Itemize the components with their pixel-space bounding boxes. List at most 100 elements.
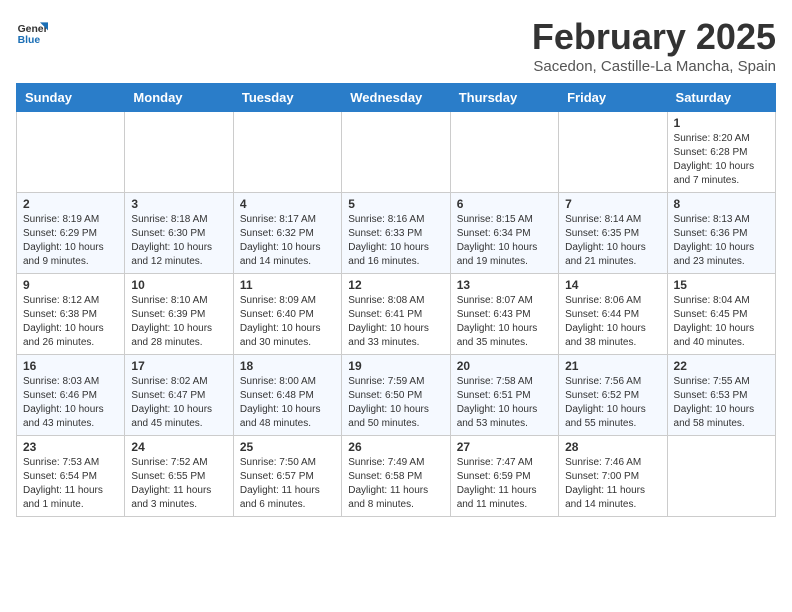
day-info: Sunrise: 8:14 AM Sunset: 6:35 PM Dayligh…: [565, 213, 660, 269]
calendar-cell: 25 Sunrise: 7:50 AM Sunset: 6:57 PM Dayli…: [233, 436, 341, 517]
calendar-cell: 6 Sunrise: 8:15 AM Sunset: 6:34 PM Daylig…: [450, 193, 558, 274]
title-block: February 2025 Sacedon, Castille-La Manch…: [532, 16, 776, 75]
day-number: 6: [457, 197, 552, 211]
day-info: Sunrise: 8:10 AM Sunset: 6:39 PM Dayligh…: [131, 294, 226, 350]
calendar-cell: 19 Sunrise: 7:59 AM Sunset: 6:50 PM Dayli…: [342, 355, 450, 436]
day-number: 19: [348, 359, 443, 373]
svg-text:Blue: Blue: [18, 35, 41, 46]
day-number: 9: [23, 278, 118, 292]
calendar-week-row: 16Sunrise: 8:03 AM Sunset: 6:46 PM Dayli…: [17, 355, 776, 436]
calendar-cell: 8 Sunrise: 8:13 AM Sunset: 6:36 PM Daylig…: [667, 193, 775, 274]
day-info: Sunrise: 7:56 AM Sunset: 6:52 PM Dayligh…: [565, 375, 660, 431]
calendar-cell: 1 Sunrise: 8:20 AM Sunset: 6:28 PM Daylig…: [667, 112, 775, 193]
day-number: 1: [674, 116, 769, 130]
day-number: 25: [240, 440, 335, 454]
calendar-week-row: 23 Sunrise: 7:53 AM Sunset: 6:54 PM Dayli…: [17, 436, 776, 517]
calendar-cell: 27Sunrise: 7:47 AM Sunset: 6:59 PM Dayli…: [450, 436, 558, 517]
calendar-week-row: 1 Sunrise: 8:20 AM Sunset: 6:28 PM Daylig…: [17, 112, 776, 193]
day-info: Sunrise: 7:53 AM Sunset: 6:54 PM Dayligh…: [23, 456, 118, 512]
day-info: Sunrise: 8:17 AM Sunset: 6:32 PM Dayligh…: [240, 213, 335, 269]
day-number: 26: [348, 440, 443, 454]
location: Sacedon, Castille-La Mancha, Spain: [532, 58, 776, 75]
calendar-header-row: SundayMondayTuesdayWednesdayThursdayFrid…: [17, 84, 776, 112]
calendar-cell: 20 Sunrise: 7:58 AM Sunset: 6:51 PM Dayli…: [450, 355, 558, 436]
calendar-cell: [450, 112, 558, 193]
day-number: 27: [457, 440, 552, 454]
calendar-cell: 17 Sunrise: 8:02 AM Sunset: 6:47 PM Dayli…: [125, 355, 233, 436]
logo: General Blue: [16, 16, 48, 48]
calendar-cell: 24 Sunrise: 7:52 AM Sunset: 6:55 PM Dayli…: [125, 436, 233, 517]
calendar-cell: 14 Sunrise: 8:06 AM Sunset: 6:44 PM Dayli…: [559, 274, 667, 355]
calendar-week-row: 9 Sunrise: 8:12 AM Sunset: 6:38 PM Daylig…: [17, 274, 776, 355]
day-number: 11: [240, 278, 335, 292]
day-info: Sunrise: 7:49 AM Sunset: 6:58 PM Dayligh…: [348, 456, 443, 512]
day-info: Sunrise: 8:12 AM Sunset: 6:38 PM Dayligh…: [23, 294, 118, 350]
day-info: Sunrise: 8:09 AM Sunset: 6:40 PM Dayligh…: [240, 294, 335, 350]
day-number: 17: [131, 359, 226, 373]
day-number: 20: [457, 359, 552, 373]
day-number: 7: [565, 197, 660, 211]
day-info: Sunrise: 7:55 AM Sunset: 6:53 PM Dayligh…: [674, 375, 769, 431]
calendar-cell: 26 Sunrise: 7:49 AM Sunset: 6:58 PM Dayli…: [342, 436, 450, 517]
calendar-cell: 3Sunrise: 8:18 AM Sunset: 6:30 PM Daylig…: [125, 193, 233, 274]
calendar-week-row: 2 Sunrise: 8:19 AM Sunset: 6:29 PM Daylig…: [17, 193, 776, 274]
day-number: 4: [240, 197, 335, 211]
day-info: Sunrise: 7:59 AM Sunset: 6:50 PM Dayligh…: [348, 375, 443, 431]
day-info: Sunrise: 7:50 AM Sunset: 6:57 PM Dayligh…: [240, 456, 335, 512]
day-info: Sunrise: 8:19 AM Sunset: 6:29 PM Dayligh…: [23, 213, 118, 269]
day-number: 22: [674, 359, 769, 373]
month-title: February 2025: [532, 16, 776, 58]
page-header: General Blue February 2025 Sacedon, Cast…: [16, 16, 776, 75]
day-number: 21: [565, 359, 660, 373]
day-info: Sunrise: 8:16 AM Sunset: 6:33 PM Dayligh…: [348, 213, 443, 269]
day-number: 5: [348, 197, 443, 211]
weekday-header: Wednesday: [342, 84, 450, 112]
calendar-cell: 23 Sunrise: 7:53 AM Sunset: 6:54 PM Dayli…: [17, 436, 125, 517]
day-number: 23: [23, 440, 118, 454]
logo-icon: General Blue: [16, 16, 48, 48]
weekday-header: Thursday: [450, 84, 558, 112]
weekday-header: Monday: [125, 84, 233, 112]
day-info: Sunrise: 8:02 AM Sunset: 6:47 PM Dayligh…: [131, 375, 226, 431]
day-number: 8: [674, 197, 769, 211]
calendar-cell: [17, 112, 125, 193]
day-number: 18: [240, 359, 335, 373]
day-info: Sunrise: 8:07 AM Sunset: 6:43 PM Dayligh…: [457, 294, 552, 350]
day-number: 13: [457, 278, 552, 292]
day-info: Sunrise: 7:58 AM Sunset: 6:51 PM Dayligh…: [457, 375, 552, 431]
day-number: 15: [674, 278, 769, 292]
calendar-cell: 7 Sunrise: 8:14 AM Sunset: 6:35 PM Daylig…: [559, 193, 667, 274]
day-info: Sunrise: 8:15 AM Sunset: 6:34 PM Dayligh…: [457, 213, 552, 269]
day-info: Sunrise: 7:52 AM Sunset: 6:55 PM Dayligh…: [131, 456, 226, 512]
day-info: Sunrise: 8:00 AM Sunset: 6:48 PM Dayligh…: [240, 375, 335, 431]
calendar-cell: [233, 112, 341, 193]
calendar-cell: 10 Sunrise: 8:10 AM Sunset: 6:39 PM Dayli…: [125, 274, 233, 355]
day-info: Sunrise: 7:46 AM Sunset: 7:00 PM Dayligh…: [565, 456, 660, 512]
day-info: Sunrise: 8:20 AM Sunset: 6:28 PM Dayligh…: [674, 132, 769, 188]
calendar-cell: 16Sunrise: 8:03 AM Sunset: 6:46 PM Dayli…: [17, 355, 125, 436]
calendar-table: SundayMondayTuesdayWednesdayThursdayFrid…: [16, 83, 776, 517]
calendar-cell: 22 Sunrise: 7:55 AM Sunset: 6:53 PM Dayli…: [667, 355, 775, 436]
weekday-header: Sunday: [17, 84, 125, 112]
day-number: 14: [565, 278, 660, 292]
calendar-cell: [342, 112, 450, 193]
day-number: 10: [131, 278, 226, 292]
day-number: 24: [131, 440, 226, 454]
day-info: Sunrise: 8:18 AM Sunset: 6:30 PM Dayligh…: [131, 213, 226, 269]
calendar-cell: [667, 436, 775, 517]
day-number: 16: [23, 359, 118, 373]
calendar-cell: 28Sunrise: 7:46 AM Sunset: 7:00 PM Dayli…: [559, 436, 667, 517]
day-info: Sunrise: 8:06 AM Sunset: 6:44 PM Dayligh…: [565, 294, 660, 350]
day-info: Sunrise: 8:04 AM Sunset: 6:45 PM Dayligh…: [674, 294, 769, 350]
day-number: 2: [23, 197, 118, 211]
calendar-cell: [125, 112, 233, 193]
weekday-header: Saturday: [667, 84, 775, 112]
calendar-cell: [559, 112, 667, 193]
day-info: Sunrise: 8:08 AM Sunset: 6:41 PM Dayligh…: [348, 294, 443, 350]
day-number: 12: [348, 278, 443, 292]
day-info: Sunrise: 8:13 AM Sunset: 6:36 PM Dayligh…: [674, 213, 769, 269]
calendar-cell: 9 Sunrise: 8:12 AM Sunset: 6:38 PM Daylig…: [17, 274, 125, 355]
calendar-cell: 18 Sunrise: 8:00 AM Sunset: 6:48 PM Dayli…: [233, 355, 341, 436]
calendar-cell: 15 Sunrise: 8:04 AM Sunset: 6:45 PM Dayli…: [667, 274, 775, 355]
calendar-cell: 11 Sunrise: 8:09 AM Sunset: 6:40 PM Dayli…: [233, 274, 341, 355]
